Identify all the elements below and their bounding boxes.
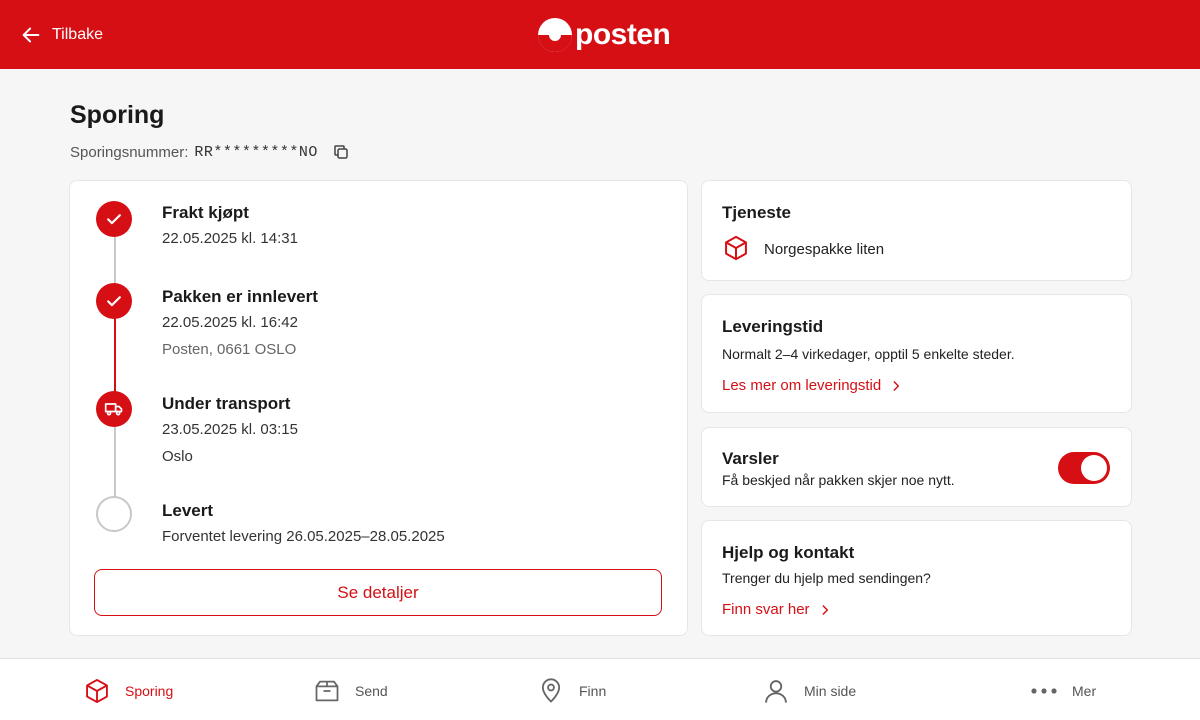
nav-label: Mer: [1072, 683, 1097, 699]
step-title: Under transport: [162, 394, 291, 413]
package-icon: [86, 678, 108, 704]
find-answers-link[interactable]: Finn svar her: [722, 601, 832, 618]
bottom-navigation: Sporing Send Finn Min side Mer: [0, 658, 1200, 720]
step-done-indicator: [96, 201, 132, 237]
box-icon: [315, 680, 339, 702]
location-pin-icon: [541, 678, 561, 703]
toggle-knob: [1081, 455, 1107, 481]
logo-text: posten: [575, 18, 671, 51]
step-location: Oslo: [162, 448, 193, 465]
page-title: Sporing: [70, 101, 165, 129]
notifications-text: Få beskjed når pakken skjer noe nytt.: [722, 472, 955, 488]
delivery-text: Normalt 2–4 virkedager, opptil 5 enkelte…: [722, 346, 1015, 362]
help-heading: Hjelp og kontakt: [722, 543, 855, 562]
nav-item-sporing[interactable]: Sporing: [83, 677, 173, 705]
notifications-heading: Varsler: [722, 449, 779, 468]
nav-label: Send: [355, 683, 388, 699]
check-icon: [107, 296, 121, 307]
back-label: Tilbake: [52, 26, 103, 43]
nav-item-min-side[interactable]: Min side: [762, 677, 856, 705]
help-text: Trenger du hjelp med sendingen?: [722, 570, 931, 586]
copy-button[interactable]: [332, 143, 350, 161]
step-done-indicator: [96, 283, 132, 319]
arrow-left-icon: [22, 27, 40, 43]
truck-icon: [104, 403, 123, 416]
notifications-card: Varsler Få beskjed når pakken skjer noe …: [701, 427, 1132, 507]
nav-label: Finn: [579, 683, 607, 699]
step-timestamp: 22.05.2025 kl. 14:31: [162, 230, 298, 247]
step-title: Frakt kjøpt: [162, 203, 249, 222]
user-icon: [765, 680, 787, 703]
posten-logo-icon: [538, 18, 572, 52]
posten-logo: posten: [537, 14, 671, 56]
delivery-link-label: Les mer om leveringstid: [722, 377, 882, 394]
nav-item-finn[interactable]: Finn: [537, 677, 606, 705]
back-button[interactable]: Tilbake: [20, 22, 103, 48]
nav-label: Sporing: [125, 683, 174, 699]
service-heading: Tjeneste: [722, 203, 791, 222]
nav-item-mer[interactable]: Mer: [1030, 677, 1096, 705]
nav-label: Min side: [804, 683, 857, 699]
step-title: Levert: [162, 501, 214, 520]
check-icon: [107, 214, 121, 225]
help-contact-card: Hjelp og kontakt Trenger du hjelp med se…: [701, 520, 1132, 636]
step-current-indicator: [96, 391, 132, 427]
step-expected-delivery: Forventet levering 26.05.2025–28.05.2025: [162, 528, 445, 545]
step-pending-indicator: [96, 496, 132, 532]
app-header: Tilbake posten: [0, 0, 1200, 69]
more-dots-icon: [1031, 688, 1057, 694]
step-timestamp: 22.05.2025 kl. 16:42: [162, 314, 298, 331]
timeline-connector: [114, 425, 116, 503]
tracking-number-row: Sporingsnummer: RR*********NO: [70, 143, 350, 161]
delivery-info-link[interactable]: Les mer om leveringstid: [722, 377, 903, 394]
tracking-number: RR*********NO: [194, 143, 318, 161]
copy-icon: [334, 145, 348, 159]
delivery-heading: Leveringstid: [722, 317, 824, 336]
package-icon: [725, 235, 747, 261]
service-card: Tjeneste Norgespakke liten: [701, 180, 1132, 281]
service-name: Norgespakke liten: [764, 241, 885, 258]
chevron-right-icon: [822, 604, 828, 615]
tracking-label: Sporingsnummer:: [70, 143, 189, 161]
see-details-button[interactable]: Se detaljer: [94, 569, 662, 616]
step-location: Posten, 0661 OSLO: [162, 341, 297, 358]
notifications-toggle[interactable]: [1058, 452, 1110, 484]
tracking-timeline-card: Frakt kjøpt 22.05.2025 kl. 14:31 Pakken …: [69, 180, 688, 636]
help-link-label: Finn svar her: [722, 601, 810, 618]
timeline-connector-active: [114, 309, 116, 401]
chevron-right-icon: [893, 380, 900, 391]
nav-item-send[interactable]: Send: [313, 677, 388, 705]
step-timestamp: 23.05.2025 kl. 03:15: [162, 421, 298, 438]
step-title: Pakken er innlevert: [162, 287, 318, 306]
delivery-time-card: Leveringstid Normalt 2–4 virkedager, opp…: [701, 294, 1132, 413]
